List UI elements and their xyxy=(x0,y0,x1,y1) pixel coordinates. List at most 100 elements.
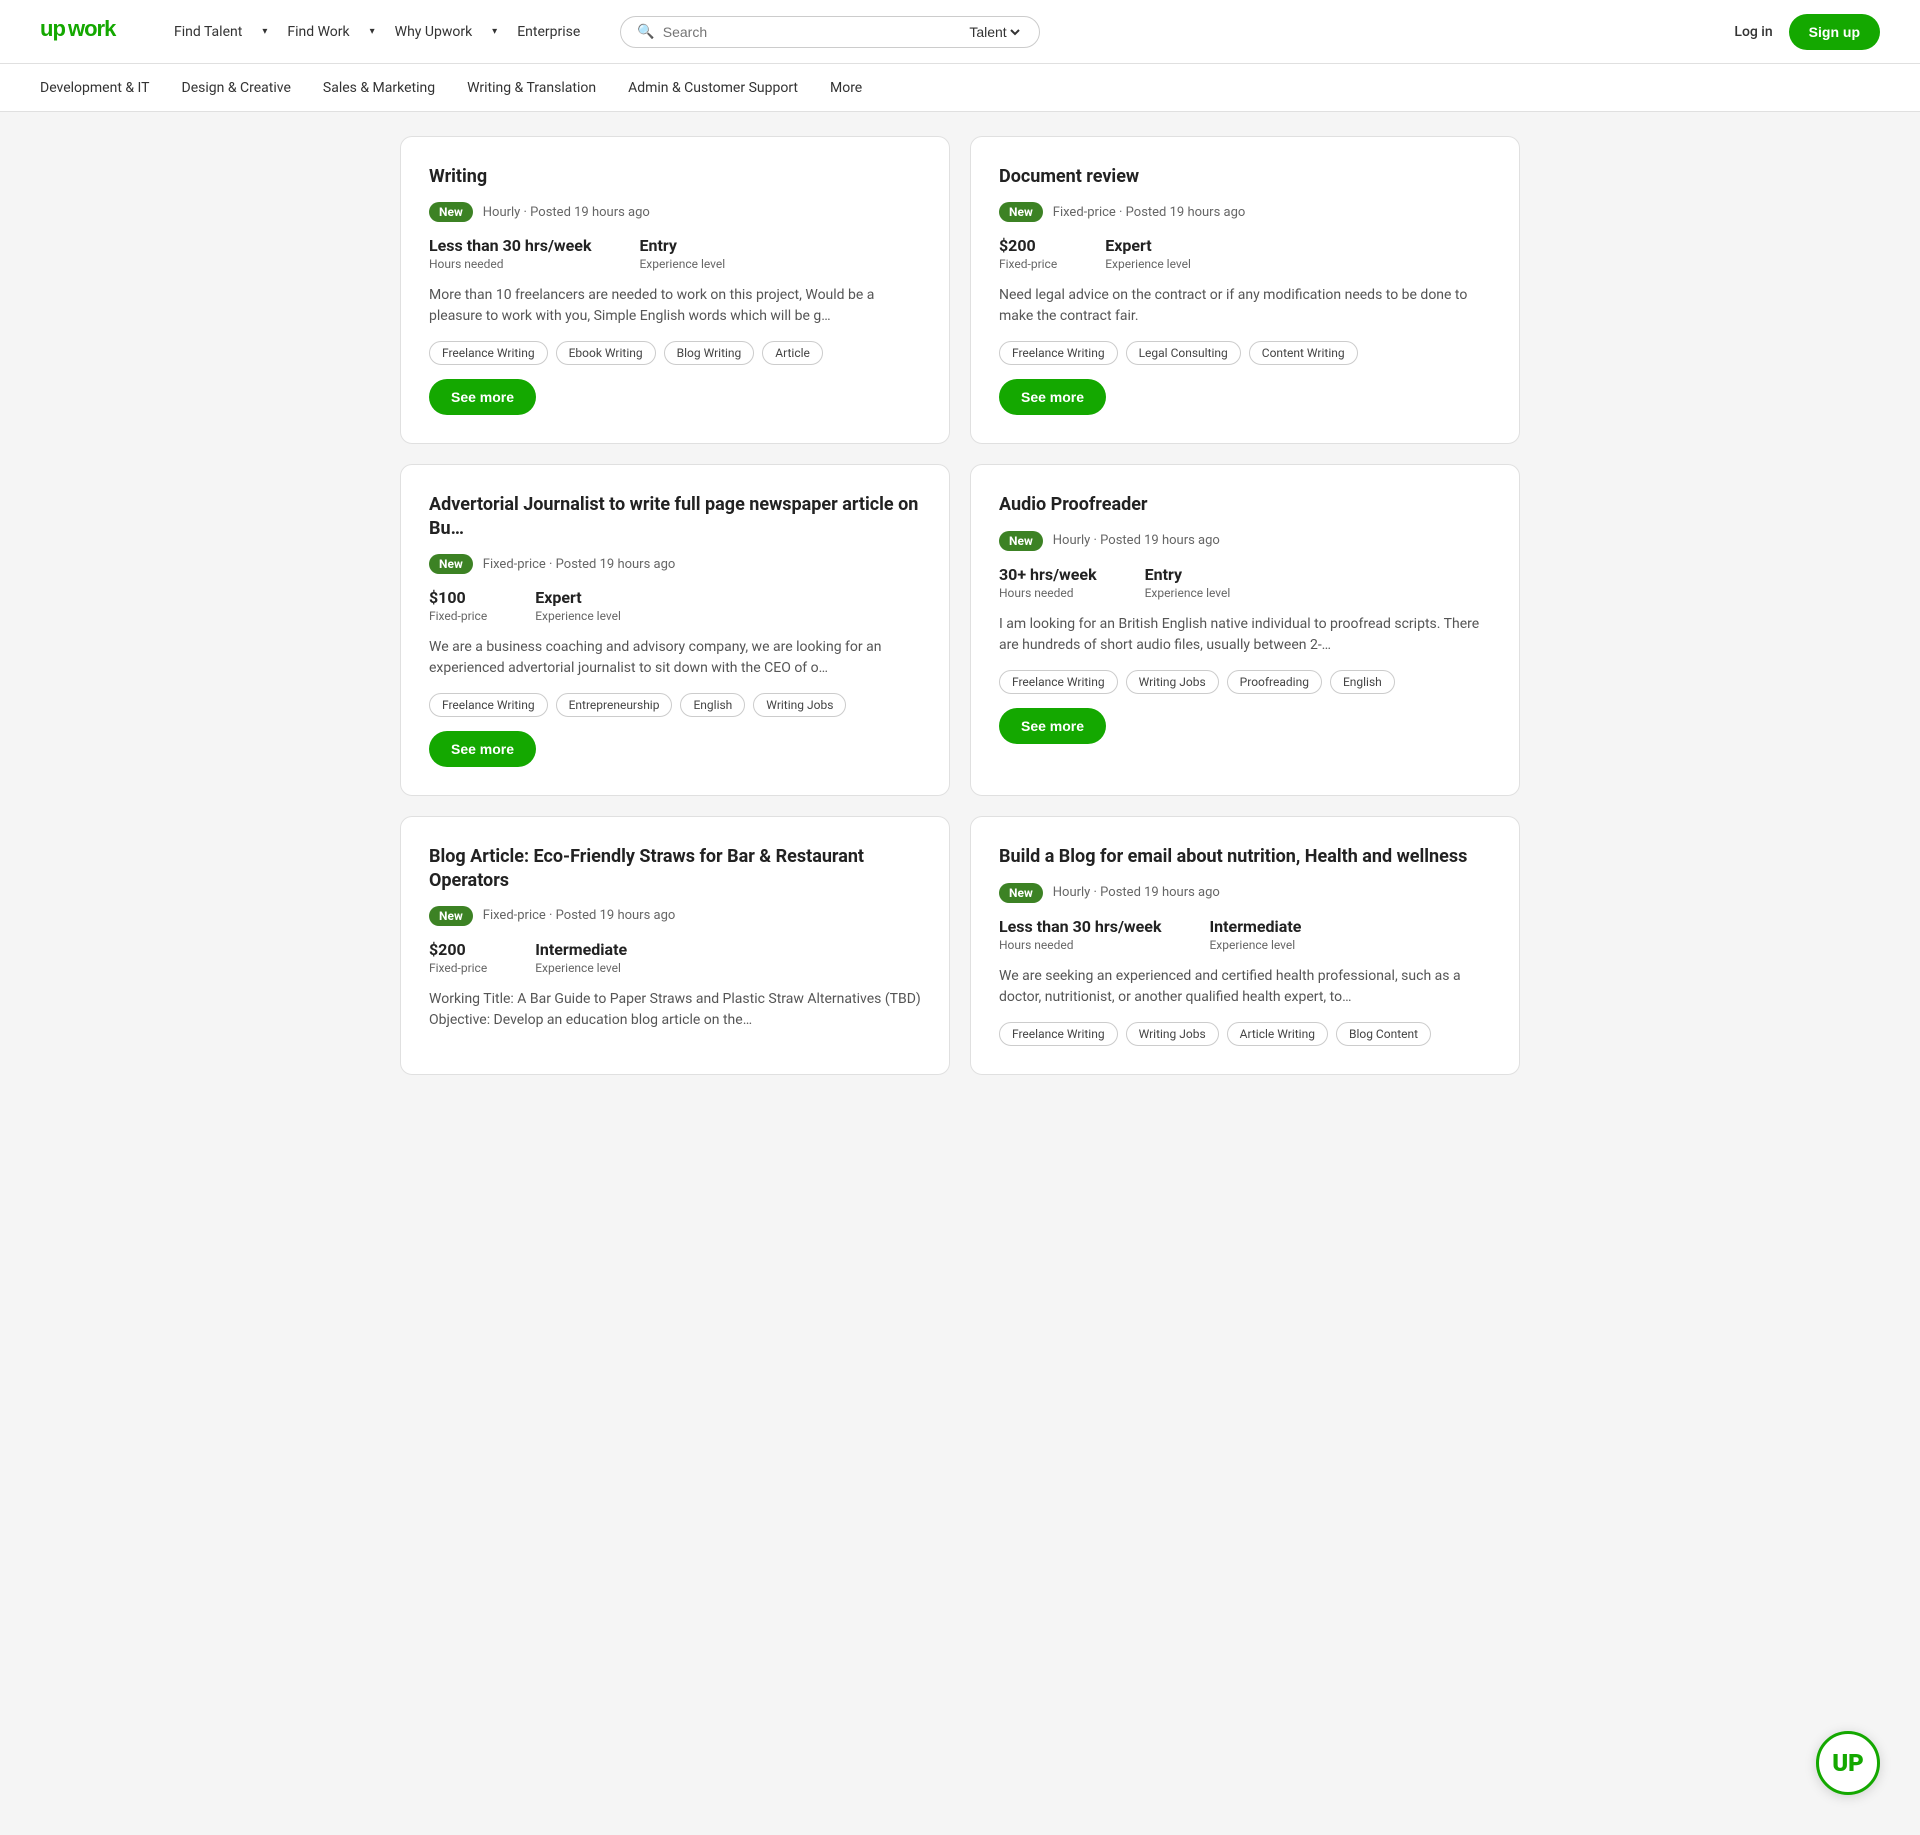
tag[interactable]: Writing Jobs xyxy=(753,693,846,717)
tag[interactable]: Freelance Writing xyxy=(999,1022,1118,1046)
stat-group: Less than 30 hrs/week Hours needed xyxy=(429,236,591,271)
tag[interactable]: Proofreading xyxy=(1227,670,1322,694)
card-meta-text: Fixed-price · Posted 19 hours ago xyxy=(483,557,676,572)
card-stats: $200 Fixed-price Expert Experience level xyxy=(999,236,1491,271)
tag[interactable]: English xyxy=(680,693,745,717)
stat-label: Experience level xyxy=(535,609,621,623)
card-tags: Freelance Writing Ebook Writing Blog Wri… xyxy=(429,341,921,365)
talent-selector[interactable]: Talent Jobs xyxy=(965,23,1023,41)
card-stats: 30+ hrs/week Hours needed Entry Experien… xyxy=(999,565,1491,600)
card-meta: New Fixed-price · Posted 19 hours ago xyxy=(429,554,921,574)
stat-label: Experience level xyxy=(535,961,627,975)
card-title: Audio Proofreader xyxy=(999,493,1491,516)
card-title: Advertorial Journalist to write full pag… xyxy=(429,493,921,540)
subnav-more[interactable]: More xyxy=(830,80,862,96)
stat-value: Entry xyxy=(1145,565,1231,584)
new-badge: New xyxy=(999,531,1043,551)
card-description: Need legal advice on the contract or if … xyxy=(999,285,1491,327)
card-description: I am looking for an British English nati… xyxy=(999,614,1491,656)
stat-label: Fixed-price xyxy=(999,257,1057,271)
subnav-dev-it[interactable]: Development & IT xyxy=(40,80,150,96)
signup-button[interactable]: Sign up xyxy=(1789,14,1880,50)
tag[interactable]: Writing Jobs xyxy=(1126,1022,1219,1046)
job-card-writing: Writing New Hourly · Posted 19 hours ago… xyxy=(400,136,950,444)
find-talent-arrow: ▾ xyxy=(262,26,267,37)
tag[interactable]: Freelance Writing xyxy=(999,341,1118,365)
tag[interactable]: Entrepreneurship xyxy=(556,693,673,717)
new-badge: New xyxy=(429,202,473,222)
tag[interactable]: English xyxy=(1330,670,1395,694)
stat-value: $200 xyxy=(999,236,1057,255)
job-card-audio-proofreader: Audio Proofreader New Hourly · Posted 19… xyxy=(970,464,1520,796)
tag[interactable]: Blog Content xyxy=(1336,1022,1431,1046)
new-badge: New xyxy=(429,906,473,926)
tag[interactable]: Writing Jobs xyxy=(1126,670,1219,694)
nav-enterprise[interactable]: Enterprise xyxy=(517,24,580,40)
stat-label: Hours needed xyxy=(999,938,1161,952)
card-meta: New Hourly · Posted 19 hours ago xyxy=(999,531,1491,551)
card-title: Writing xyxy=(429,165,921,188)
header-right: Log in Sign up xyxy=(1734,14,1880,50)
tag[interactable]: Blog Writing xyxy=(664,341,755,365)
upwork-logo[interactable]: up work xyxy=(40,14,142,49)
stat-group: Entry Experience level xyxy=(1145,565,1231,600)
card-tags: Freelance Writing Legal Consulting Conte… xyxy=(999,341,1491,365)
nav-find-talent[interactable]: Find Talent xyxy=(174,24,242,40)
tag[interactable]: Ebook Writing xyxy=(556,341,656,365)
card-meta-text: Hourly · Posted 19 hours ago xyxy=(483,205,650,220)
subnav-admin[interactable]: Admin & Customer Support xyxy=(628,80,798,96)
stat-label: Experience level xyxy=(1105,257,1191,271)
tag[interactable]: Article xyxy=(762,341,823,365)
card-description: We are a business coaching and advisory … xyxy=(429,637,921,679)
header: up work Find Talent ▾ Find Work ▾ Why Up… xyxy=(0,0,1920,64)
job-card-blog-article-eco-friendly: Blog Article: Eco-Friendly Straws for Ba… xyxy=(400,816,950,1074)
stat-group: $200 Fixed-price xyxy=(999,236,1057,271)
card-tags: Freelance Writing Writing Jobs Proofread… xyxy=(999,670,1491,694)
stat-group: 30+ hrs/week Hours needed xyxy=(999,565,1097,600)
nav-find-work[interactable]: Find Work xyxy=(287,24,349,40)
new-badge: New xyxy=(999,202,1043,222)
tag[interactable]: Freelance Writing xyxy=(429,693,548,717)
tag[interactable]: Article Writing xyxy=(1227,1022,1328,1046)
see-more-button[interactable]: See more xyxy=(429,731,536,767)
nav-why-upwork[interactable]: Why Upwork xyxy=(395,24,473,40)
job-card-advertorial-journalist: Advertorial Journalist to write full pag… xyxy=(400,464,950,796)
main-content: Writing New Hourly · Posted 19 hours ago… xyxy=(360,112,1560,1099)
stat-label: Experience level xyxy=(1209,938,1301,952)
card-meta-text: Fixed-price · Posted 19 hours ago xyxy=(483,908,676,923)
card-stats: $200 Fixed-price Intermediate Experience… xyxy=(429,940,921,975)
card-stats: Less than 30 hrs/week Hours needed Inter… xyxy=(999,917,1491,952)
tag[interactable]: Freelance Writing xyxy=(999,670,1118,694)
card-meta: New Fixed-price · Posted 19 hours ago xyxy=(429,906,921,926)
card-meta-text: Hourly · Posted 19 hours ago xyxy=(1053,533,1220,548)
job-card-document-review: Document review New Fixed-price · Posted… xyxy=(970,136,1520,444)
card-tags: Freelance Writing Writing Jobs Article W… xyxy=(999,1022,1491,1046)
stat-value: $100 xyxy=(429,588,487,607)
see-more-button[interactable]: See more xyxy=(999,379,1106,415)
tag[interactable]: Legal Consulting xyxy=(1126,341,1241,365)
job-card-build-blog-nutrition: Build a Blog for email about nutrition, … xyxy=(970,816,1520,1074)
card-title: Build a Blog for email about nutrition, … xyxy=(999,845,1491,868)
login-button[interactable]: Log in xyxy=(1734,24,1772,40)
see-more-button[interactable]: See more xyxy=(999,708,1106,744)
card-description: Working Title: A Bar Guide to Paper Stra… xyxy=(429,989,921,1031)
upwork-floating-badge[interactable]: UP xyxy=(1816,1731,1880,1795)
stat-label: Fixed-price xyxy=(429,961,487,975)
new-badge: New xyxy=(999,883,1043,903)
stat-label: Fixed-price xyxy=(429,609,487,623)
search-input[interactable] xyxy=(663,24,958,40)
tag[interactable]: Freelance Writing xyxy=(429,341,548,365)
stat-group: Less than 30 hrs/week Hours needed xyxy=(999,917,1161,952)
jobs-grid: Writing New Hourly · Posted 19 hours ago… xyxy=(400,136,1520,1075)
find-work-arrow: ▾ xyxy=(370,26,375,37)
subnav-sales[interactable]: Sales & Marketing xyxy=(323,80,435,96)
stat-value: Less than 30 hrs/week xyxy=(429,236,591,255)
why-upwork-arrow: ▾ xyxy=(492,26,497,37)
card-stats: Less than 30 hrs/week Hours needed Entry… xyxy=(429,236,921,271)
tag[interactable]: Content Writing xyxy=(1249,341,1358,365)
subnav-writing[interactable]: Writing & Translation xyxy=(467,80,596,96)
stat-group: Intermediate Experience level xyxy=(1209,917,1301,952)
see-more-button[interactable]: See more xyxy=(429,379,536,415)
subnav-design[interactable]: Design & Creative xyxy=(182,80,291,96)
card-description: More than 10 freelancers are needed to w… xyxy=(429,285,921,327)
